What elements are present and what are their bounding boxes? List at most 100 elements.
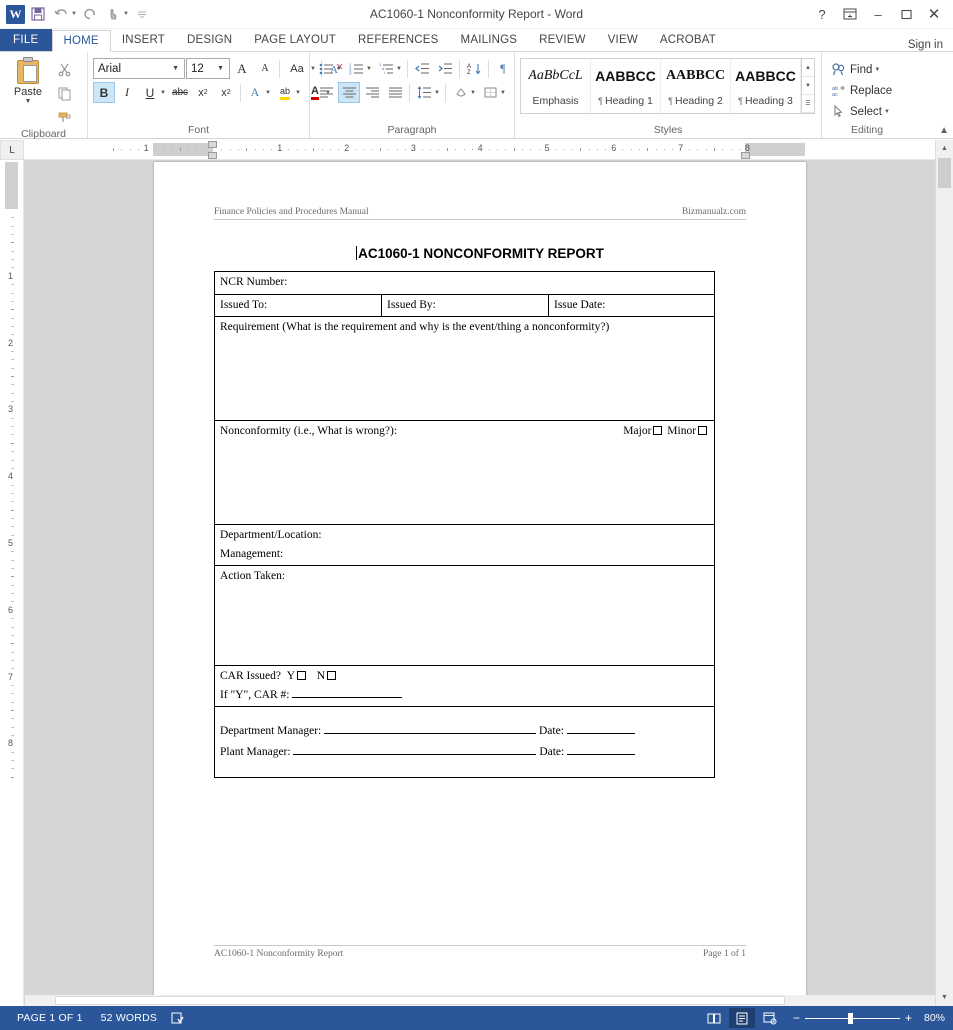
undo-dropdown-caret[interactable]: ▼ — [71, 11, 77, 17]
subscript-button[interactable]: x2 — [192, 82, 214, 103]
table-row-car[interactable]: CAR Issued? Y N If "Y", CAR #: — [213, 665, 716, 708]
select-button[interactable]: Select ▼ — [827, 101, 895, 122]
sort-icon[interactable]: AZ — [463, 58, 485, 79]
copy-icon[interactable] — [53, 83, 75, 103]
horizontal-ruler[interactable]: 112345678 — [24, 140, 935, 160]
select-caret-icon[interactable]: ▼ — [884, 109, 892, 115]
decrease-indent-icon[interactable] — [411, 58, 433, 79]
restore-button[interactable] — [893, 3, 919, 25]
tab-view[interactable]: VIEW — [597, 29, 649, 51]
numbering-caret-icon[interactable]: ▼ — [366, 66, 374, 72]
align-right-icon[interactable] — [361, 82, 383, 103]
cell-action-taken[interactable]: Action Taken: — [213, 565, 716, 667]
bullets-icon[interactable] — [315, 58, 337, 79]
tab-design[interactable]: DESIGN — [176, 29, 243, 51]
paste-dropdown-caret[interactable]: ▼ — [25, 98, 32, 105]
car-number-blank[interactable] — [292, 696, 403, 698]
car-no-checkbox[interactable] — [327, 671, 337, 681]
table-row-nonconformity[interactable]: Nonconformity (i.e., What is wrong?): Ma… — [213, 420, 716, 526]
change-case-icon[interactable]: Aa — [283, 58, 311, 79]
horizontal-scroll-thumb[interactable] — [55, 996, 785, 1005]
multilevel-list-icon[interactable]: 1ai — [375, 58, 397, 79]
font-name-combo[interactable]: Arial ▼ — [93, 58, 185, 79]
vertical-ruler[interactable]: 1 2 3 4 5 6 7 8 — [0, 160, 24, 1006]
tab-mailings[interactable]: MAILINGS — [450, 29, 529, 51]
replace-button[interactable]: ab ac Replace — [827, 80, 895, 101]
underline-button[interactable]: U — [139, 82, 161, 103]
vertical-scroll-thumb[interactable] — [938, 158, 951, 188]
view-read-mode-button[interactable] — [701, 1008, 727, 1028]
bullets-caret-icon[interactable]: ▼ — [336, 66, 344, 72]
text-effects-caret-icon[interactable]: ▼ — [265, 90, 273, 96]
cell-ncr-number[interactable]: NCR Number: — [213, 271, 716, 295]
left-indent-marker[interactable] — [208, 152, 217, 159]
find-button[interactable]: Find ▼ — [827, 59, 895, 80]
line-spacing-icon[interactable] — [413, 82, 435, 103]
style-heading-3[interactable]: AABBCC ¶ Heading 3 — [731, 59, 801, 113]
cell-issued-by[interactable]: Issued By: — [381, 293, 549, 318]
tab-acrobat[interactable]: ACROBAT — [649, 29, 727, 51]
increase-indent-icon[interactable] — [434, 58, 456, 79]
close-button[interactable]: ✕ — [921, 3, 947, 25]
right-indent-marker[interactable] — [741, 152, 750, 159]
cell-issue-date[interactable]: Issue Date: — [547, 293, 716, 318]
cell-car-issued[interactable]: CAR Issued? Y N If "Y", CAR #: — [213, 665, 716, 708]
view-print-layout-button[interactable] — [728, 1008, 755, 1028]
minor-checkbox[interactable] — [698, 426, 708, 436]
redo-icon[interactable] — [80, 4, 100, 24]
nonconformity-form-table[interactable]: NCR Number: Issued To: Issued By: Issue … — [213, 271, 716, 779]
page-count-status[interactable]: PAGE 1 OF 1 — [8, 1012, 92, 1024]
styles-scroll-up-icon[interactable]: ▲ — [802, 59, 814, 77]
numbering-icon[interactable]: 123 — [345, 58, 367, 79]
borders-icon[interactable] — [479, 82, 501, 103]
tab-references[interactable]: REFERENCES — [347, 29, 450, 51]
scroll-up-icon[interactable]: ▲ — [936, 140, 953, 157]
align-left-icon[interactable] — [315, 82, 337, 103]
plant-manager-blank[interactable] — [293, 753, 537, 755]
shading-icon[interactable] — [449, 82, 471, 103]
ribbon-display-options-icon[interactable] — [837, 3, 863, 25]
bold-button[interactable]: B — [93, 82, 115, 103]
tab-selector-button[interactable]: L — [0, 140, 24, 160]
word-count-status[interactable]: 52 WORDS — [92, 1012, 166, 1024]
format-painter-icon[interactable] — [53, 107, 75, 127]
vertical-scrollbar[interactable]: ▲ ▼ — [935, 140, 953, 1006]
table-row-requirement[interactable]: Requirement (What is the requirement and… — [213, 316, 716, 422]
style-emphasis[interactable]: AaBbCcL Emphasis — [521, 59, 591, 113]
zoom-out-button[interactable]: − — [793, 1012, 800, 1024]
italic-button[interactable]: I — [116, 82, 138, 103]
superscript-button[interactable]: x2 — [215, 82, 237, 103]
font-size-combo[interactable]: 12 ▼ — [186, 58, 230, 79]
scroll-down-icon[interactable]: ▼ — [936, 989, 953, 1006]
cell-nonconformity[interactable]: Nonconformity (i.e., What is wrong?): Ma… — [213, 420, 716, 526]
minimize-button[interactable]: – — [865, 3, 891, 25]
style-heading-1[interactable]: AABBCC ¶ Heading 1 — [591, 59, 661, 113]
zoom-slider[interactable]: − + — [793, 1012, 912, 1024]
save-icon[interactable] — [28, 4, 48, 24]
grow-font-icon[interactable]: A — [231, 58, 253, 79]
line-spacing-caret-icon[interactable]: ▼ — [434, 90, 442, 96]
collapse-ribbon-icon[interactable]: ▲ — [939, 125, 949, 136]
styles-gallery[interactable]: AaBbCcL Emphasis AABBCC ¶ Heading 1 AABBC… — [520, 58, 815, 114]
tab-review[interactable]: REVIEW — [528, 29, 597, 51]
proofing-errors-icon[interactable] — [166, 1008, 188, 1028]
tab-file[interactable]: FILE — [0, 29, 52, 51]
find-caret-icon[interactable]: ▼ — [874, 67, 882, 73]
first-line-indent-marker[interactable] — [208, 141, 217, 148]
cell-signatures[interactable]: Department Manager: Date: Plant Manager:… — [213, 706, 716, 779]
align-center-icon[interactable] — [338, 82, 360, 103]
show-hide-paragraph-icon[interactable]: ¶ — [492, 58, 514, 79]
underline-caret-icon[interactable]: ▼ — [160, 90, 168, 96]
justify-icon[interactable] — [384, 82, 406, 103]
paste-button[interactable]: Paste ▼ — [5, 55, 51, 105]
major-checkbox[interactable] — [653, 426, 663, 436]
tab-home[interactable]: HOME — [51, 30, 111, 52]
styles-scroll-down-icon[interactable]: ▼ — [802, 77, 814, 95]
cell-issued-to[interactable]: Issued To: — [214, 293, 382, 318]
table-row-action-taken[interactable]: Action Taken: — [213, 565, 716, 667]
zoom-level-label[interactable]: 80% — [922, 1012, 945, 1024]
cell-requirement[interactable]: Requirement (What is the requirement and… — [213, 316, 716, 422]
shrink-font-icon[interactable]: A — [254, 58, 276, 79]
sign-in-link[interactable]: Sign in — [908, 39, 953, 51]
text-highlight-color-icon[interactable]: ab — [274, 82, 296, 103]
